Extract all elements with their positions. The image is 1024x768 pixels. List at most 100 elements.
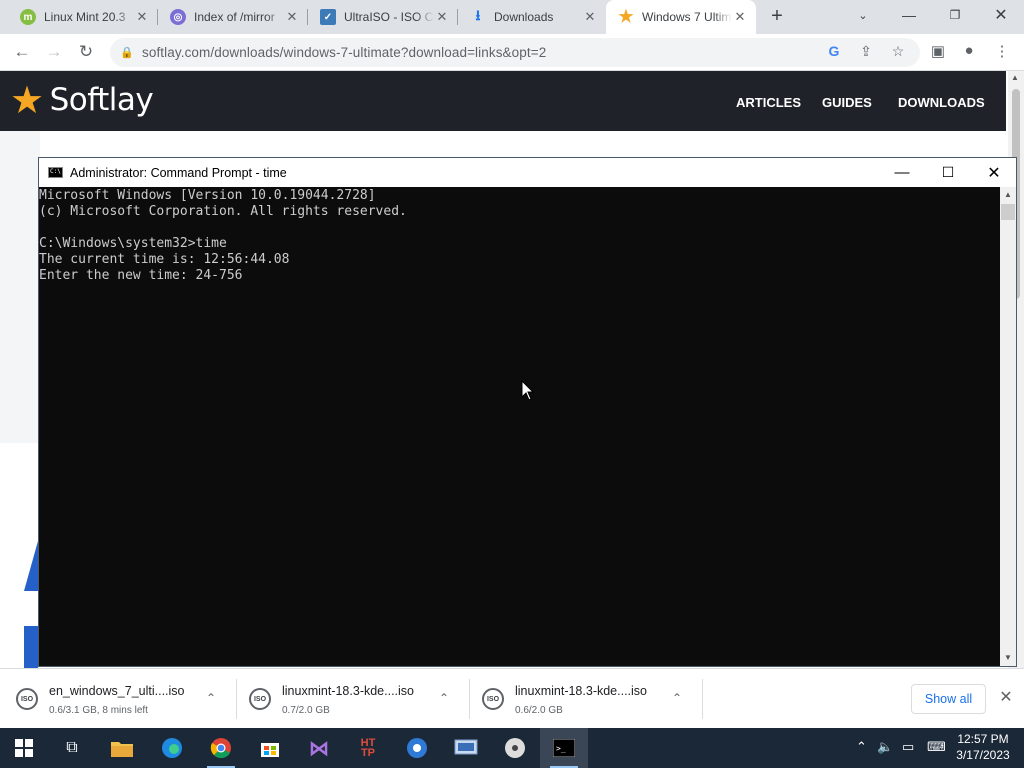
tab-label: Downloads (494, 10, 554, 24)
reload-button[interactable]: ↻ (72, 38, 100, 66)
clock-date: 3/17/2023 (956, 748, 1010, 762)
cmd-title-bar[interactable]: C:\ Administrator: Command Prompt - time… (39, 158, 1016, 187)
page-graphic (24, 541, 38, 591)
chevron-up-icon[interactable]: ⌃ (856, 739, 867, 755)
close-icon[interactable]: ✕ (134, 9, 150, 25)
mouse-cursor-icon (521, 380, 535, 401)
show-all-button[interactable]: Show all (911, 684, 986, 714)
iso-file-icon: ISO (482, 688, 504, 710)
cmd-scrollbar[interactable]: ▲ ▼ (1000, 187, 1016, 666)
file-explorer-icon[interactable] (98, 728, 146, 768)
task-view-icon[interactable]: ⧉ (48, 728, 96, 768)
page-background (0, 131, 40, 443)
console-output[interactable]: Microsoft Windows [Version 10.0.19044.27… (39, 187, 1000, 666)
console-line: Enter the new time: 24-756 (39, 268, 243, 283)
console-line: The current time is: 12:56:44.08 (39, 252, 290, 267)
download-status: 0.6/2.0 GB (515, 705, 563, 716)
menu-icon[interactable]: ⋮ (992, 42, 1012, 62)
nav-guides[interactable]: GUIDES (822, 95, 872, 110)
divider (469, 679, 470, 719)
close-icon[interactable]: ✕ (434, 9, 450, 25)
start-icon[interactable] (0, 728, 48, 768)
close-icon[interactable]: ✕ (284, 9, 300, 25)
star-icon: ★ (618, 7, 634, 26)
svg-text:>_: >_ (556, 744, 566, 753)
download-item[interactable]: ISO en_windows_7_ulti....iso 0.6/3.1 GB,… (16, 669, 234, 729)
console-line: C:\Windows\system32>time (39, 236, 227, 251)
tab-search-icon[interactable]: ⌄ (840, 0, 886, 30)
site-header: ★ Softlay ARTICLES GUIDES DOWNLOADS (0, 71, 1006, 131)
command-prompt-icon[interactable]: >_ (540, 728, 588, 768)
forward-button[interactable]: → (40, 38, 68, 66)
clock-time: 12:57 PM (957, 732, 1009, 746)
download-icon: ⭳ (475, 7, 481, 23)
nav-articles[interactable]: ARTICLES (736, 95, 801, 110)
globe-icon: ◎ (170, 9, 186, 25)
bookmark-star-icon[interactable]: ☆ (888, 43, 908, 63)
keyboard-icon[interactable]: ⌨ (927, 739, 946, 755)
google-icon[interactable]: G (824, 43, 844, 63)
chevron-up-icon[interactable]: ⌃ (439, 691, 449, 705)
site-logo[interactable]: ★ Softlay (10, 78, 154, 122)
volume-icon[interactable]: 🔈 (877, 739, 893, 755)
back-button[interactable]: ← (8, 38, 36, 66)
minimize-button[interactable]: — (886, 0, 932, 30)
chevron-up-icon[interactable]: ⌃ (672, 691, 682, 705)
network-icon[interactable]: ▭ (902, 739, 914, 755)
media-icon[interactable] (491, 728, 539, 768)
tab-ultraiso[interactable]: ✓ UltraISO - ISO C ✕ (308, 0, 458, 34)
app-icon[interactable] (393, 728, 441, 768)
http-tool-icon[interactable]: HT TP (344, 728, 392, 768)
close-icon[interactable]: ✕ (732, 9, 748, 25)
cmd-close-button[interactable]: ✕ (971, 158, 1017, 187)
browser-toolbar: ← → ↻ 🔒 softlay.com/downloads/windows-7-… (0, 34, 1024, 71)
download-item[interactable]: ISO linuxmint-18.3-kde....iso 0.7/2.0 GB… (249, 669, 467, 729)
close-icon[interactable]: ✕ (996, 687, 1016, 707)
close-icon[interactable]: ✕ (582, 9, 598, 25)
scroll-down-icon[interactable]: ▼ (1004, 653, 1012, 662)
side-panel-icon[interactable]: ▣ (928, 42, 948, 62)
tab-label: Linux Mint 20.3 (44, 10, 126, 24)
linux-mint-icon: m (20, 9, 36, 25)
visual-studio-icon[interactable]: ⋈ (295, 728, 343, 768)
browser-tab-strip: m Linux Mint 20.3 ✕ ◎ Index of /mirror ✕… (0, 0, 1024, 34)
tab-linux-mint[interactable]: m Linux Mint 20.3 ✕ (8, 0, 158, 34)
command-prompt-icon: C:\ (48, 167, 63, 178)
nav-downloads[interactable]: DOWNLOADS (898, 95, 985, 110)
logo-text: Softlay (49, 82, 154, 118)
scroll-up-icon[interactable]: ▲ (1004, 190, 1012, 199)
download-item[interactable]: ISO linuxmint-18.3-kde....iso 0.6/2.0 GB… (482, 669, 700, 729)
profile-avatar[interactable]: ● (959, 42, 979, 62)
edge-icon[interactable] (148, 728, 196, 768)
download-shelf: ISO en_windows_7_ulti....iso 0.6/3.1 GB,… (0, 668, 1024, 728)
tab-label: UltraISO - ISO C (344, 10, 434, 24)
star-logo-icon: ★ (10, 78, 44, 122)
network-app-icon[interactable] (442, 728, 490, 768)
url-text: softlay.com/downloads/windows-7-ultimate… (142, 45, 547, 60)
address-bar[interactable]: 🔒 softlay.com/downloads/windows-7-ultima… (110, 38, 920, 67)
close-window-button[interactable]: ✕ (978, 0, 1024, 30)
cmd-scrollbar-thumb[interactable] (1001, 204, 1015, 220)
console-line: (c) Microsoft Corporation. All rights re… (39, 204, 407, 219)
restore-button[interactable]: ❐ (932, 0, 978, 30)
chevron-up-icon[interactable]: ⌃ (206, 691, 216, 705)
share-icon[interactable]: ⇪ (856, 43, 876, 63)
cmd-minimize-button[interactable]: — (879, 158, 925, 187)
cmd-title: Administrator: Command Prompt - time (70, 165, 287, 180)
new-tab-button[interactable]: + (766, 6, 788, 28)
system-clock[interactable]: 12:57 PM 3/17/2023 (950, 731, 1016, 763)
scroll-up-icon[interactable]: ▲ (1011, 73, 1019, 82)
ultraiso-icon: ✓ (320, 9, 336, 25)
tab-windows-7-ultimate[interactable]: ★ Windows 7 Ultim ✕ (606, 0, 756, 34)
screen: { "browser": { "tabs": [ {"label": "Linu… (0, 0, 1024, 768)
lock-icon: 🔒 (120, 46, 134, 59)
tab-index-of-mirror[interactable]: ◎ Index of /mirror ✕ (158, 0, 308, 34)
cmd-maximize-button[interactable]: ☐ (925, 158, 971, 187)
chrome-icon[interactable] (197, 728, 245, 768)
store-icon[interactable] (246, 728, 294, 768)
download-filename: linuxmint-18.3-kde....iso (515, 684, 648, 698)
download-filename: en_windows_7_ulti....iso (49, 684, 185, 698)
command-prompt-window[interactable]: C:\ Administrator: Command Prompt - time… (38, 157, 1017, 667)
tab-downloads[interactable]: ⭳ Downloads ✕ (458, 0, 606, 34)
